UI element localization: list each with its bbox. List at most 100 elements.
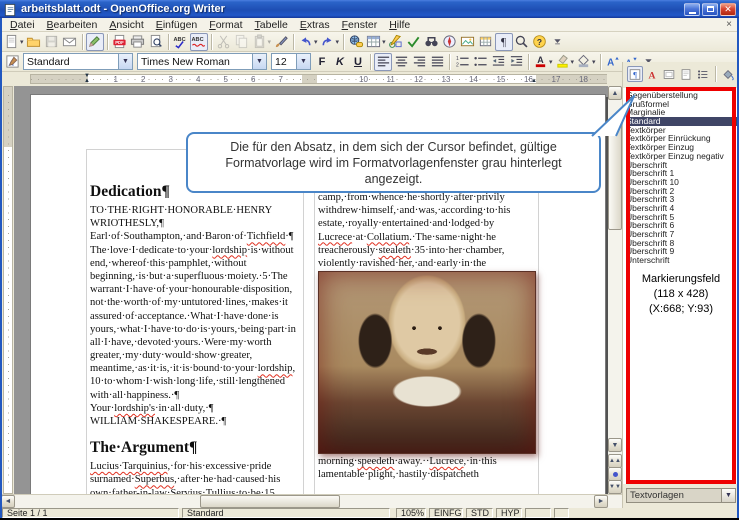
edit-file-icon[interactable] xyxy=(86,33,104,51)
italic-icon[interactable]: K xyxy=(331,53,349,71)
open-document-icon[interactable] xyxy=(25,33,43,51)
save-icon[interactable] xyxy=(43,33,61,51)
bold-icon[interactable]: F xyxy=(313,53,331,71)
style-filter-dropdown[interactable]: Textvorlagen ▼ xyxy=(626,488,736,503)
scroll-down-icon[interactable]: ▼ xyxy=(608,438,622,452)
zoom-icon[interactable] xyxy=(513,33,531,51)
format-paintbrush-icon[interactable] xyxy=(272,33,290,51)
menu-format[interactable]: Format xyxy=(203,19,248,31)
status-insert-mode[interactable]: EINFG xyxy=(429,508,463,518)
copy-icon[interactable] xyxy=(233,33,251,51)
align-left-icon[interactable] xyxy=(374,53,392,71)
show-draw-functions-icon[interactable] xyxy=(387,33,405,51)
menu-tabelle[interactable]: Tabelle xyxy=(249,19,294,31)
frame-styles-icon[interactable] xyxy=(661,66,677,82)
numbered-list-icon[interactable]: 12 xyxy=(453,53,471,71)
character-styles-icon[interactable]: A xyxy=(644,66,660,82)
export-as-pdf-icon[interactable]: PDF xyxy=(111,33,129,51)
font-size-combo[interactable]: 12 ▼ xyxy=(271,53,311,70)
previous-page-icon[interactable]: ▲▲ xyxy=(608,454,622,468)
auto-spellcheck-icon[interactable]: ABC xyxy=(190,33,208,51)
justify-icon[interactable] xyxy=(428,53,446,71)
gallery-icon[interactable] xyxy=(459,33,477,51)
page-preview-icon[interactable] xyxy=(147,33,165,51)
list-styles-icon[interactable] xyxy=(695,66,711,82)
chevron-down-icon[interactable]: ▾ xyxy=(549,58,553,66)
chevron-down-icon[interactable]: ▾ xyxy=(382,38,386,46)
right-indent-marker-icon[interactable]: ▲ xyxy=(531,79,537,84)
chevron-down-icon[interactable]: ▾ xyxy=(314,38,318,46)
status-selection-mode[interactable]: STD xyxy=(466,508,493,518)
redo-icon[interactable]: ▾ xyxy=(319,33,341,51)
chevron-down-icon[interactable]: ▼ xyxy=(252,54,266,69)
right-text-column[interactable]: camp,·from·whence·he·shortly·after·privi… xyxy=(318,191,537,482)
styles-window-icon[interactable]: A xyxy=(3,53,21,71)
indent-marker-icon[interactable]: ▲ xyxy=(84,79,90,84)
undo-icon[interactable]: ▾ xyxy=(297,33,319,51)
highlighting-icon[interactable]: ▾ xyxy=(554,53,576,71)
horizontal-ruler[interactable]: 1234567101112131415161718 ▼ ▲ ▲ xyxy=(0,72,622,86)
page-styles-icon[interactable] xyxy=(678,66,694,82)
close-button[interactable]: ✕ xyxy=(720,3,736,16)
menu-ansicht[interactable]: Ansicht xyxy=(103,19,149,31)
paragraph-style-combo[interactable]: Standard ▼ xyxy=(23,53,133,70)
chevron-down-icon[interactable]: ▼ xyxy=(296,54,310,69)
document-as-email-icon[interactable] xyxy=(61,33,79,51)
chevron-down-icon[interactable]: ▼ xyxy=(118,54,132,69)
chevron-down-icon[interactable]: ▾ xyxy=(571,58,575,66)
new-document-icon[interactable]: ▾ xyxy=(3,33,25,51)
bullet-list-icon[interactable] xyxy=(471,53,489,71)
paste-icon[interactable]: ▾ xyxy=(251,33,273,51)
close-document-icon[interactable]: × xyxy=(726,19,732,30)
menu-hilfe[interactable]: Hilfe xyxy=(383,19,416,31)
insert-table-icon[interactable]: ▾ xyxy=(365,33,387,51)
chevron-down-icon[interactable]: ▼ xyxy=(721,489,735,502)
scroll-right-icon[interactable]: ► xyxy=(594,495,608,508)
decrease-indent-icon[interactable] xyxy=(489,53,507,71)
horizontal-scrollbar[interactable]: ◄ ► xyxy=(0,494,622,508)
increase-indent-icon[interactable] xyxy=(507,53,525,71)
underline-icon[interactable]: U xyxy=(349,53,367,71)
chevron-down-icon[interactable]: ▾ xyxy=(592,58,596,66)
find-and-replace-icon[interactable] xyxy=(423,33,441,51)
navigation-icon[interactable] xyxy=(608,467,622,481)
font-name-combo[interactable]: Times New Roman ▼ xyxy=(137,53,267,70)
vertical-scrollbar[interactable]: ▲ ▼ ▲▲ ▼▼ xyxy=(608,86,622,494)
autocorrect-check-icon[interactable] xyxy=(405,33,423,51)
chevron-down-icon[interactable]: ▾ xyxy=(268,38,272,46)
font-color-icon[interactable]: A▾ xyxy=(532,53,554,71)
status-hyperlink-mode[interactable]: HYP xyxy=(496,508,522,518)
grow-font-icon[interactable]: A xyxy=(604,53,622,71)
spellcheck-icon[interactable]: ABC xyxy=(172,33,190,51)
style-list-item[interactable]: Unterschrift xyxy=(626,256,738,265)
data-sources-icon[interactable] xyxy=(477,33,495,51)
chevron-down-icon[interactable]: ▾ xyxy=(20,38,24,46)
scroll-left-icon[interactable]: ◄ xyxy=(1,495,15,508)
menu-extras[interactable]: Extras xyxy=(294,19,336,31)
toolbar-options-icon[interactable] xyxy=(549,33,567,51)
status-zoom[interactable]: 105% xyxy=(396,508,426,518)
paragraph-styles-icon[interactable]: ¶ xyxy=(627,66,643,82)
vertical-ruler[interactable] xyxy=(2,86,14,494)
formatting-marks-icon[interactable]: ¶ xyxy=(495,33,513,51)
minimize-button[interactable] xyxy=(684,3,700,16)
menu-datei[interactable]: Datei xyxy=(4,19,41,31)
restore-button[interactable] xyxy=(702,3,718,16)
menu-bearbeiten[interactable]: Bearbeiten xyxy=(41,19,104,31)
menu-einfügen[interactable]: Einfügen xyxy=(150,19,203,31)
next-page-icon[interactable]: ▼▼ xyxy=(608,480,622,494)
cut-icon[interactable] xyxy=(215,33,233,51)
hyperlink-icon[interactable] xyxy=(347,33,365,51)
chevron-down-icon[interactable]: ▾ xyxy=(336,38,340,46)
help-icon[interactable]: ? xyxy=(531,33,549,51)
menu-fenster[interactable]: Fenster xyxy=(336,19,384,31)
left-text-column[interactable]: Dedication¶TO·THE·RIGHT·HONORABLE·HENRYW… xyxy=(90,182,304,494)
navigator-icon[interactable] xyxy=(441,33,459,51)
align-center-icon[interactable] xyxy=(392,53,410,71)
print-icon[interactable] xyxy=(129,33,147,51)
background-color-icon[interactable]: ▾ xyxy=(575,53,597,71)
horizontal-scrollbar-thumb[interactable] xyxy=(200,495,340,508)
fill-format-mode-icon[interactable] xyxy=(720,66,736,82)
status-page-style[interactable]: Standard xyxy=(182,508,390,518)
align-right-icon[interactable] xyxy=(410,53,428,71)
